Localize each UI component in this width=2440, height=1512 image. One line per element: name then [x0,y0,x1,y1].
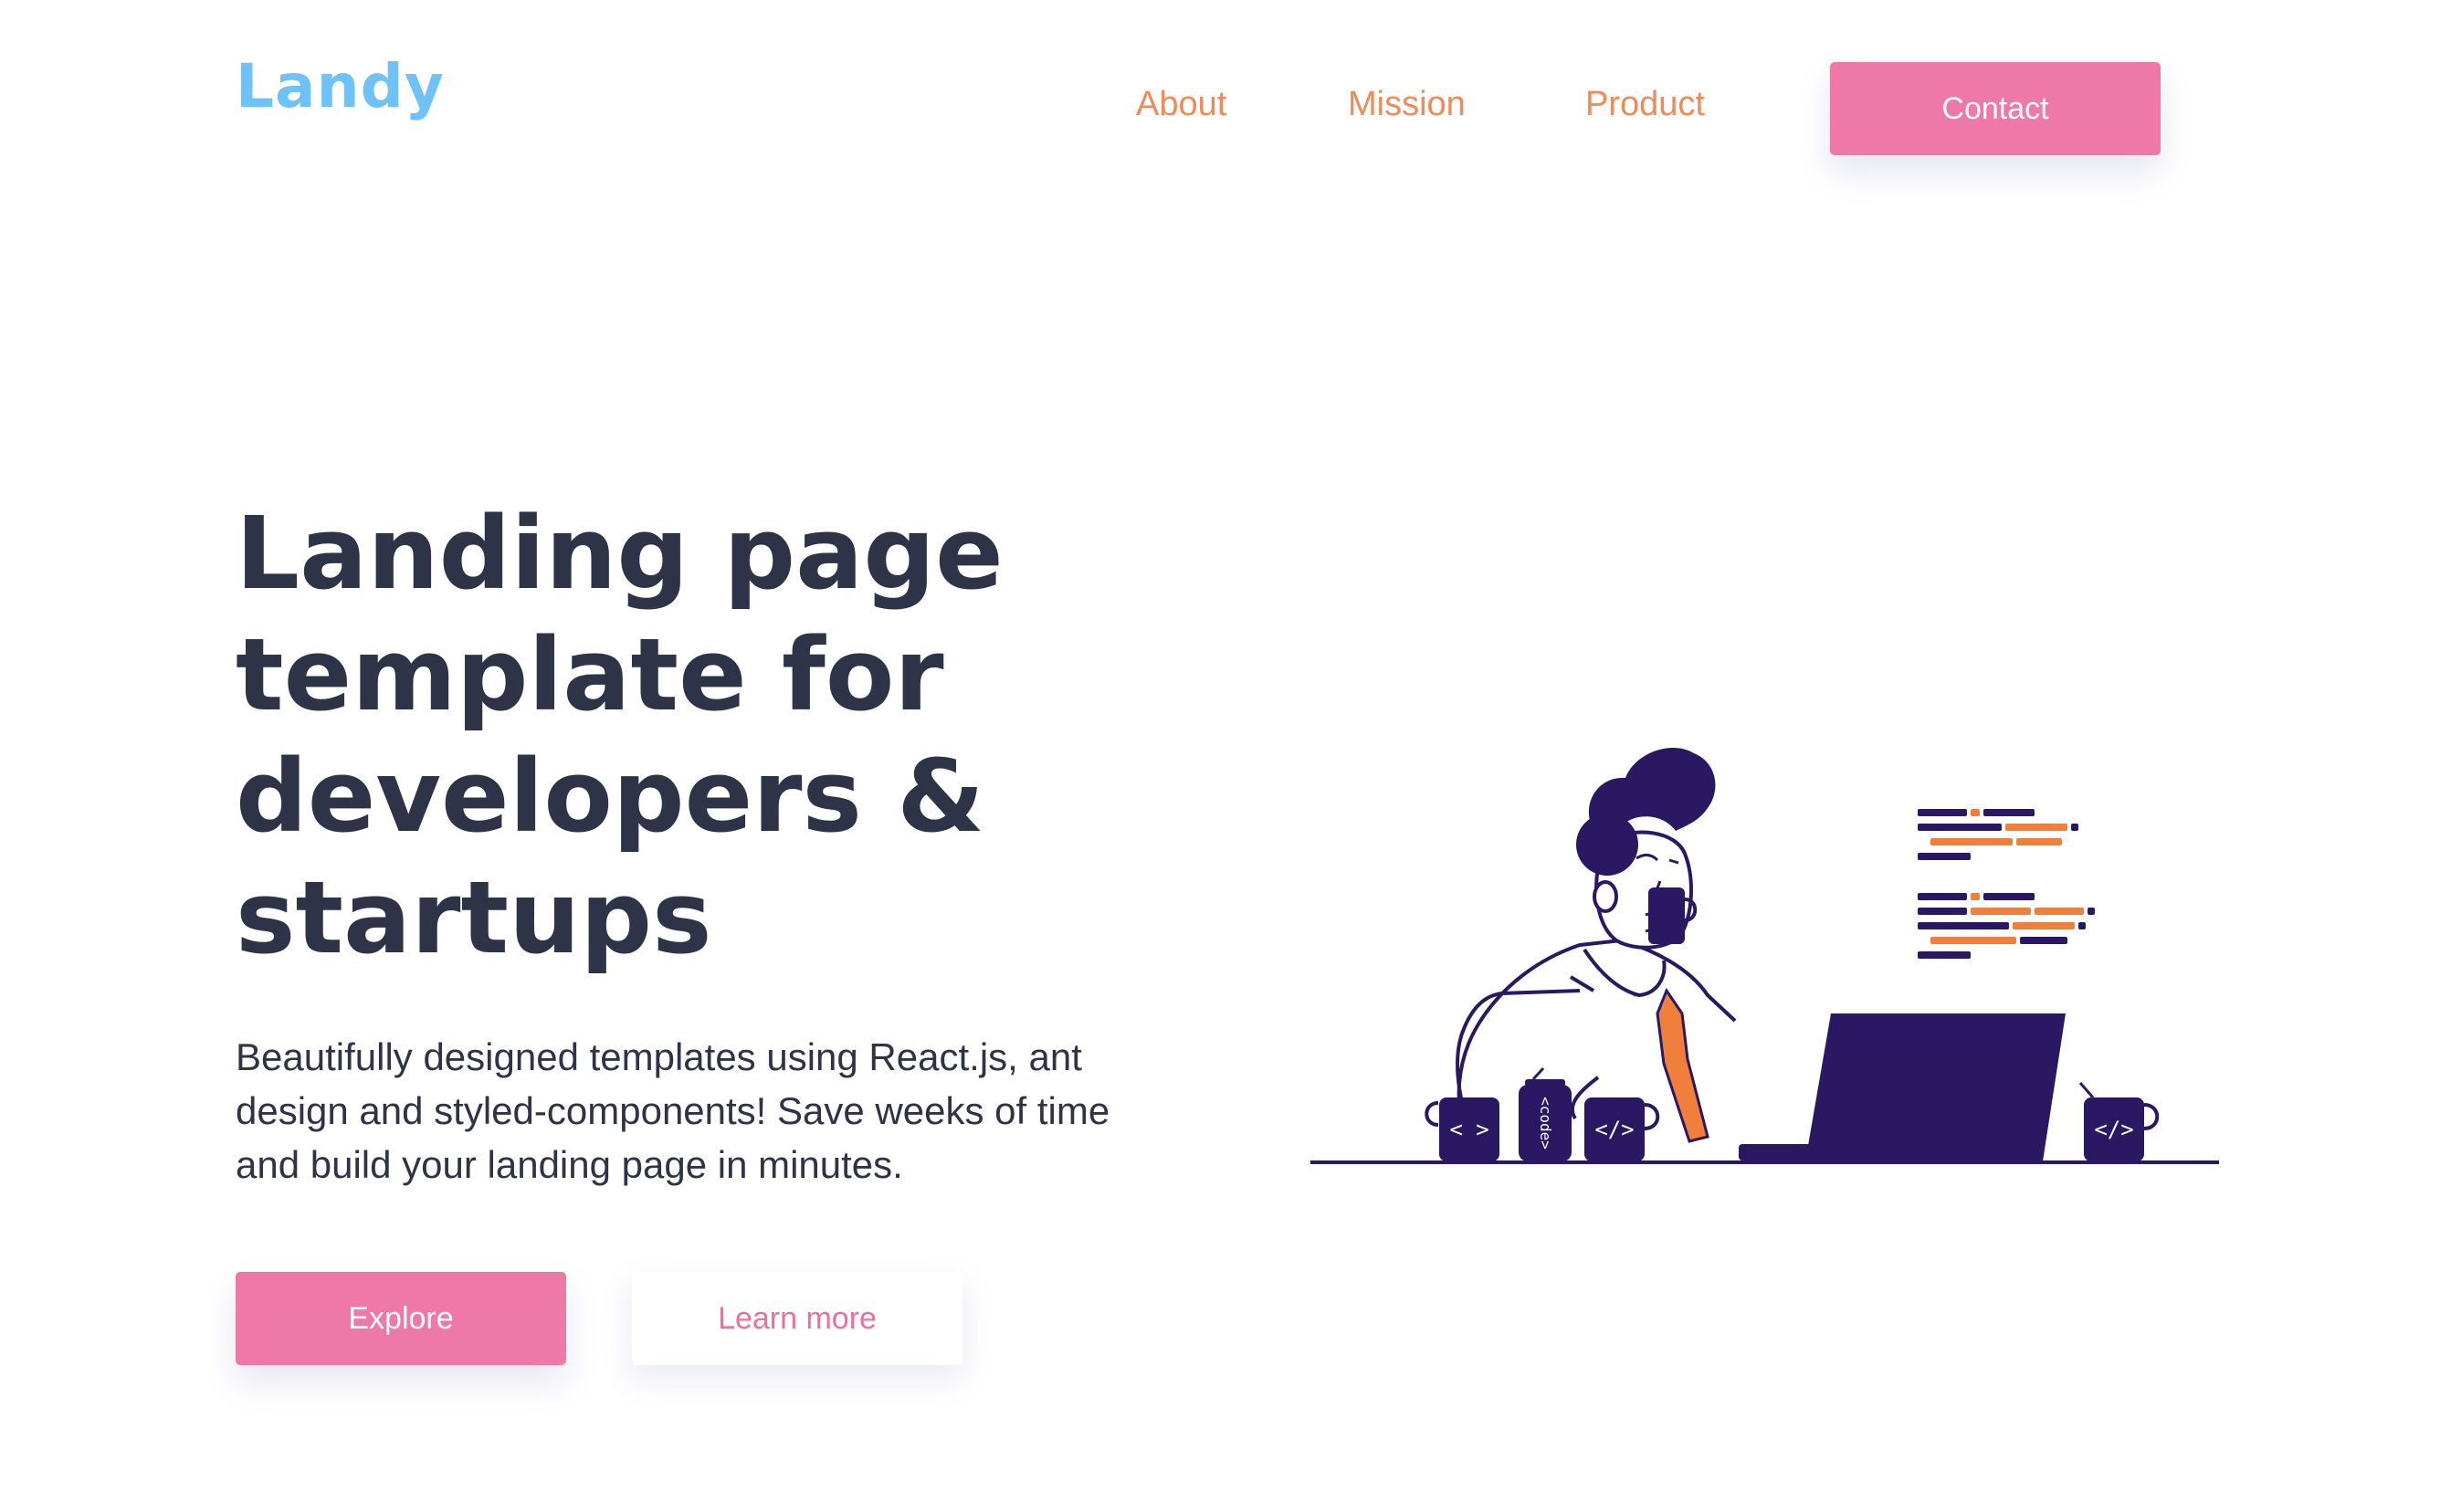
mug-right-label: </> [2094,1117,2133,1142]
hero-description: Beautifully designed templates using Rea… [236,1035,1110,1186]
nav-link-about[interactable]: About [1136,87,1226,121]
mug-left-icon: < > [1425,1097,1499,1161]
soda-can-icon: <code> [1519,1066,1572,1161]
explore-button[interactable]: Explore [236,1272,566,1365]
logo[interactable]: Landy [236,57,445,117]
laptop-icon [1739,1013,2066,1161]
learn-more-button[interactable]: Learn more [632,1272,962,1365]
mug-right-icon: </> [2078,1082,2160,1161]
code-lines-icon [1918,809,2095,959]
developer-illustration: < > <code> </> </> [1310,748,2219,1164]
contact-button[interactable]: Contact [1830,62,2161,155]
developer-figure [1456,748,1737,1151]
mug-left-label: < > [1449,1117,1488,1142]
can-label: <code> [1537,1097,1554,1150]
mug-middle-label: </> [1594,1117,1634,1142]
nav-link-product[interactable]: Product [1585,87,1705,121]
hero-title: Landing page template for developers & s… [236,495,1004,976]
nav-link-mission[interactable]: Mission [1348,87,1466,121]
mug-middle-icon: </> [1584,1097,1660,1161]
landing-page: Landy About Mission Product Contact Land… [0,0,2440,1512]
